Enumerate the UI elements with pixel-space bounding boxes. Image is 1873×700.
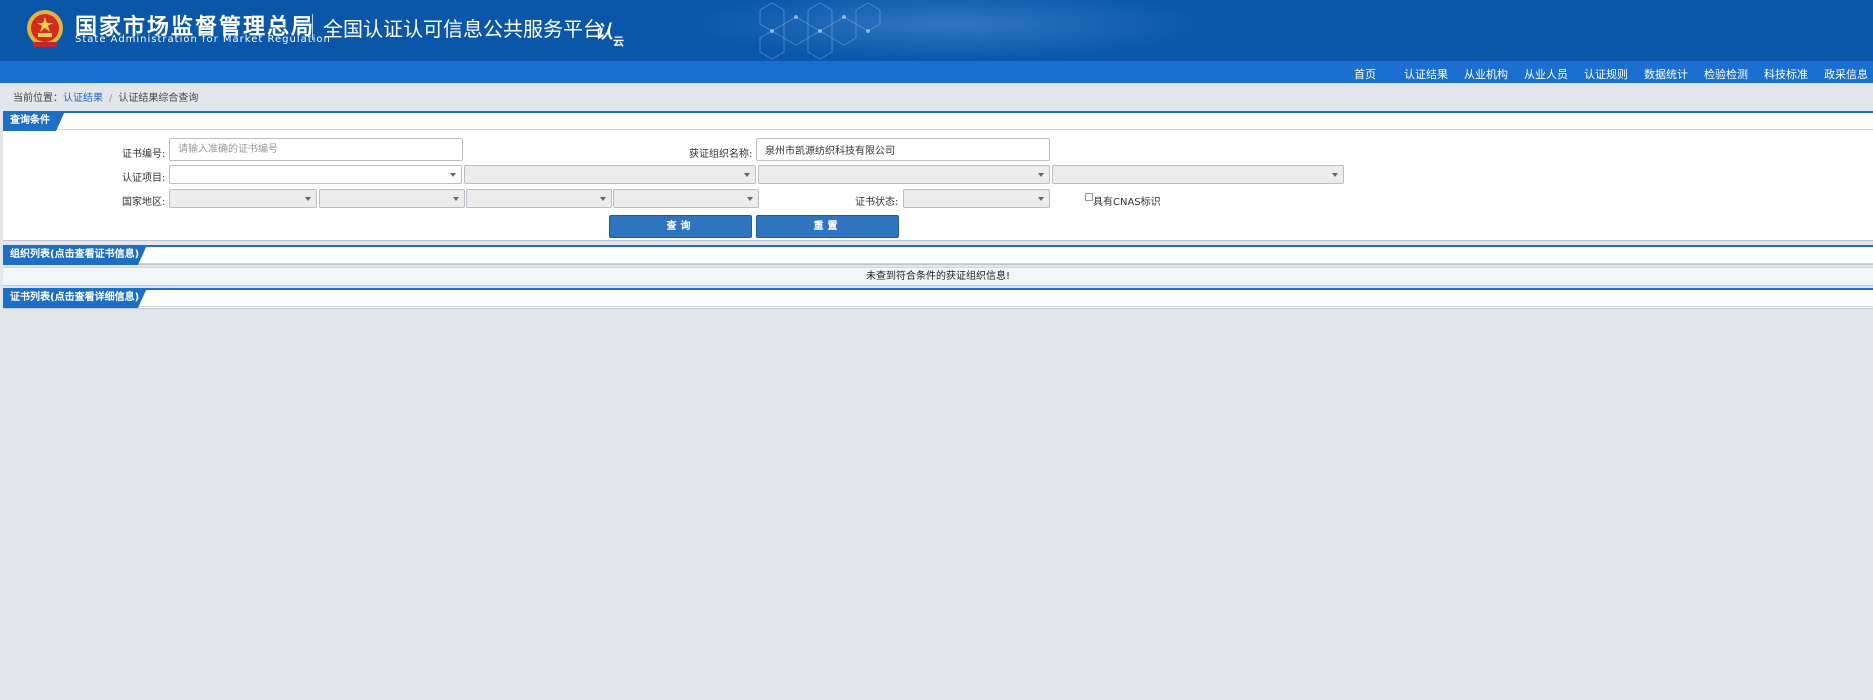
chevron-down-icon	[747, 197, 753, 201]
platform-title: 全国认证认可信息公共服务平台	[323, 17, 603, 41]
org-empty-message: 未查到符合条件的获证组织信息!	[865, 271, 1010, 282]
cnas-label: 具有CNAS标识	[1093, 197, 1161, 208]
national-emblem-icon	[27, 10, 63, 47]
reset-button[interactable]: 重置	[756, 215, 899, 238]
cnas-checkbox[interactable]	[1085, 193, 1093, 201]
region-select-3[interactable]	[466, 189, 612, 208]
chevron-down-icon	[600, 197, 606, 201]
chevron-down-icon	[1332, 173, 1338, 177]
cert-status-select[interactable]	[903, 189, 1050, 208]
logo-sub: 云	[613, 35, 624, 48]
header-divider	[312, 14, 313, 40]
chevron-down-icon	[1038, 197, 1044, 201]
breadcrumb-prefix: 当前位置：	[13, 93, 63, 104]
nav-inspection[interactable]: 检验检测	[1704, 66, 1748, 82]
nav-practitioners[interactable]: 从业人员	[1524, 66, 1568, 82]
tab-underline	[3, 306, 1873, 307]
cert-project-select-2[interactable]	[464, 165, 756, 184]
cert-no-input[interactable]	[169, 138, 463, 161]
region-label: 国家地区:	[122, 197, 166, 208]
cert-list-tab: 证书列表(点击查看详细信息)	[3, 288, 147, 308]
nav-procurement[interactable]: 政采信息	[1824, 66, 1868, 82]
org-list-panel: 组织列表(点击查看证书信息)	[3, 245, 1873, 265]
search-button[interactable]: 查询	[609, 215, 752, 238]
cert-project-select-4[interactable]	[1052, 165, 1344, 184]
org-list-body: 未查到符合条件的获证组织信息!	[3, 267, 1873, 286]
breadcrumb-separator: /	[109, 93, 113, 104]
hexagon-pattern-icon	[759, 2, 881, 60]
nav-cert-results[interactable]: 认证结果	[1404, 66, 1448, 82]
logo-text: 认	[595, 22, 613, 43]
query-panel-tab: 查询条件	[3, 111, 65, 131]
breadcrumb-link[interactable]: 认证结果	[63, 93, 103, 104]
cert-no-label: 证书编号:	[122, 149, 166, 160]
chevron-down-icon	[453, 197, 459, 201]
chevron-down-icon	[1038, 173, 1044, 177]
chevron-down-icon	[450, 173, 456, 177]
chevron-down-icon	[305, 197, 311, 201]
org-list-tab: 组织列表(点击查看证书信息)	[3, 245, 147, 265]
site-header: 国家市场监督管理总局 State Administration for Mark…	[0, 0, 1873, 61]
cert-status-label: 证书状态:	[855, 197, 899, 208]
nav-statistics[interactable]: 数据统计	[1644, 66, 1688, 82]
region-select-2[interactable]	[319, 189, 465, 208]
tab-underline	[3, 129, 1873, 130]
query-panel: 查询条件 证书编号: 获证组织名称: 认证项目: 国家地区: 证书状态: 具有C…	[3, 111, 1873, 241]
tab-underline	[3, 263, 1873, 264]
cert-project-label: 认证项目:	[122, 173, 166, 184]
region-select-4[interactable]	[613, 189, 759, 208]
main-nav: 首页 认证结果 从业机构 从业人员 认证规则 数据统计 检验检测 科技标准 政采…	[0, 61, 1873, 83]
nav-institutions[interactable]: 从业机构	[1464, 66, 1508, 82]
nav-cert-rules[interactable]: 认证规则	[1584, 66, 1628, 82]
chevron-down-icon	[744, 173, 750, 177]
nav-standards[interactable]: 科技标准	[1764, 66, 1808, 82]
org-name-input[interactable]	[756, 138, 1050, 161]
breadcrumb-current: 认证结果综合查询	[118, 93, 199, 104]
breadcrumb: 当前位置：认证结果 / 认证结果综合查询	[13, 89, 198, 104]
platform-logo: 认云	[595, 18, 624, 48]
nav-home[interactable]: 首页	[1354, 66, 1376, 82]
cert-list-panel: 证书列表(点击查看详细信息)	[3, 288, 1873, 309]
cert-project-select-1[interactable]	[169, 165, 462, 184]
cert-project-select-3[interactable]	[758, 165, 1050, 184]
region-select-1[interactable]	[169, 189, 317, 208]
org-name-en: State Administration for Market Regulati…	[75, 34, 331, 45]
org-name-label: 获证组织名称:	[689, 149, 753, 160]
